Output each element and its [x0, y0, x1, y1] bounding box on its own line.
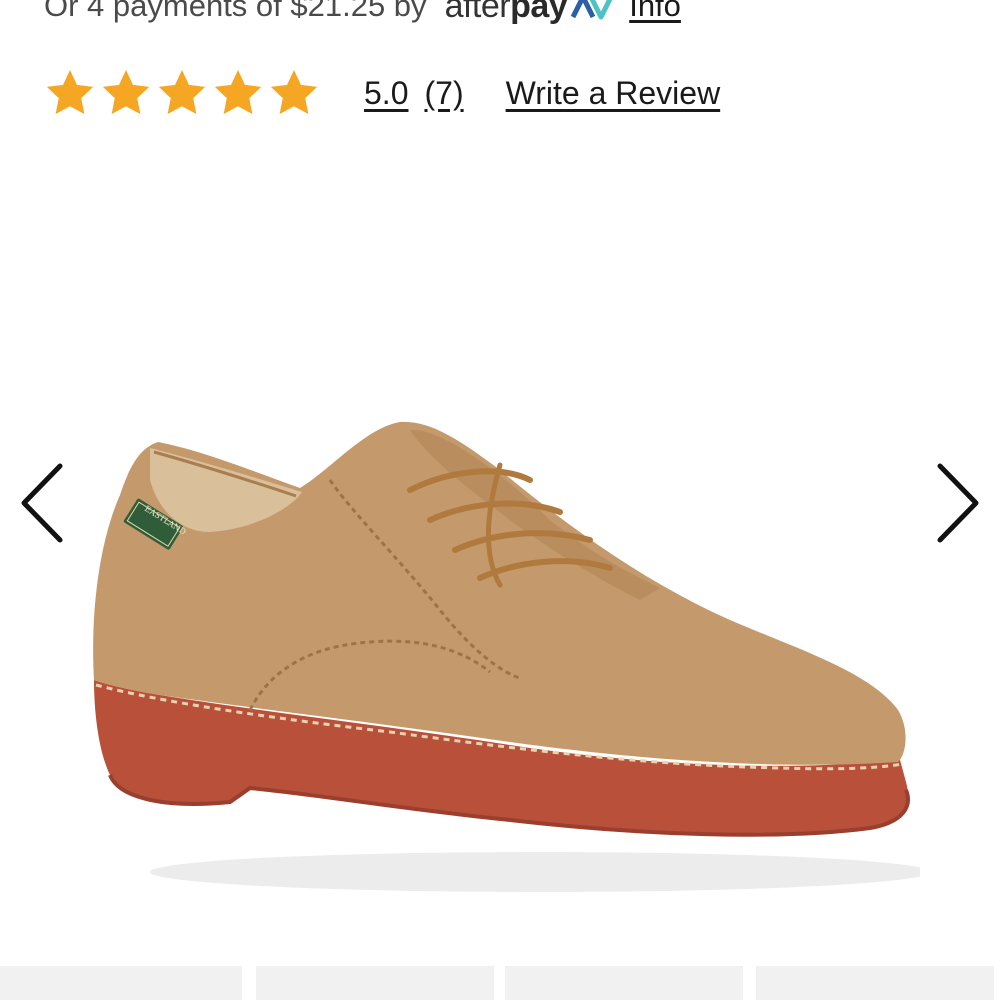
star-icon: [214, 70, 262, 115]
write-review-link[interactable]: Write a Review: [506, 75, 721, 112]
product-image-carousel: EASTLAND: [0, 140, 1000, 960]
thumbnail[interactable]: [505, 966, 743, 1000]
afterpay-info-link[interactable]: Info: [629, 0, 681, 24]
star-icon: [102, 70, 150, 115]
chevron-left-icon[interactable]: [12, 458, 72, 548]
star-icon: [270, 70, 318, 115]
rating-value-link[interactable]: 5.0: [364, 75, 408, 112]
afterpay-installment-line: Or 4 payments of $21.25 by after pay Info: [44, 0, 681, 30]
afterpay-logo-word-a: after: [444, 0, 511, 25]
afterpay-mark-icon: [570, 0, 613, 20]
star-icon: [46, 70, 94, 115]
rating-row: 5.0 (7) Write a Review: [42, 62, 720, 124]
thumbnail[interactable]: [756, 966, 994, 1000]
thumbnail[interactable]: [256, 966, 494, 1000]
thumbnail[interactable]: [0, 966, 242, 1000]
afterpay-logo: after pay: [445, 0, 616, 26]
afterpay-logo-word-b: pay: [510, 0, 568, 25]
star-icon: [158, 70, 206, 115]
installment-text: Or 4 payments of $21.25 by: [44, 0, 427, 23]
thumbnail-strip: [0, 966, 1000, 1000]
product-page: Or 4 payments of $21.25 by after pay Info…: [0, 0, 1000, 1000]
review-count-link[interactable]: (7): [424, 75, 463, 112]
star-rating: [42, 66, 322, 120]
product-image: EASTLAND: [93, 421, 920, 892]
chevron-right-icon[interactable]: [928, 458, 988, 548]
